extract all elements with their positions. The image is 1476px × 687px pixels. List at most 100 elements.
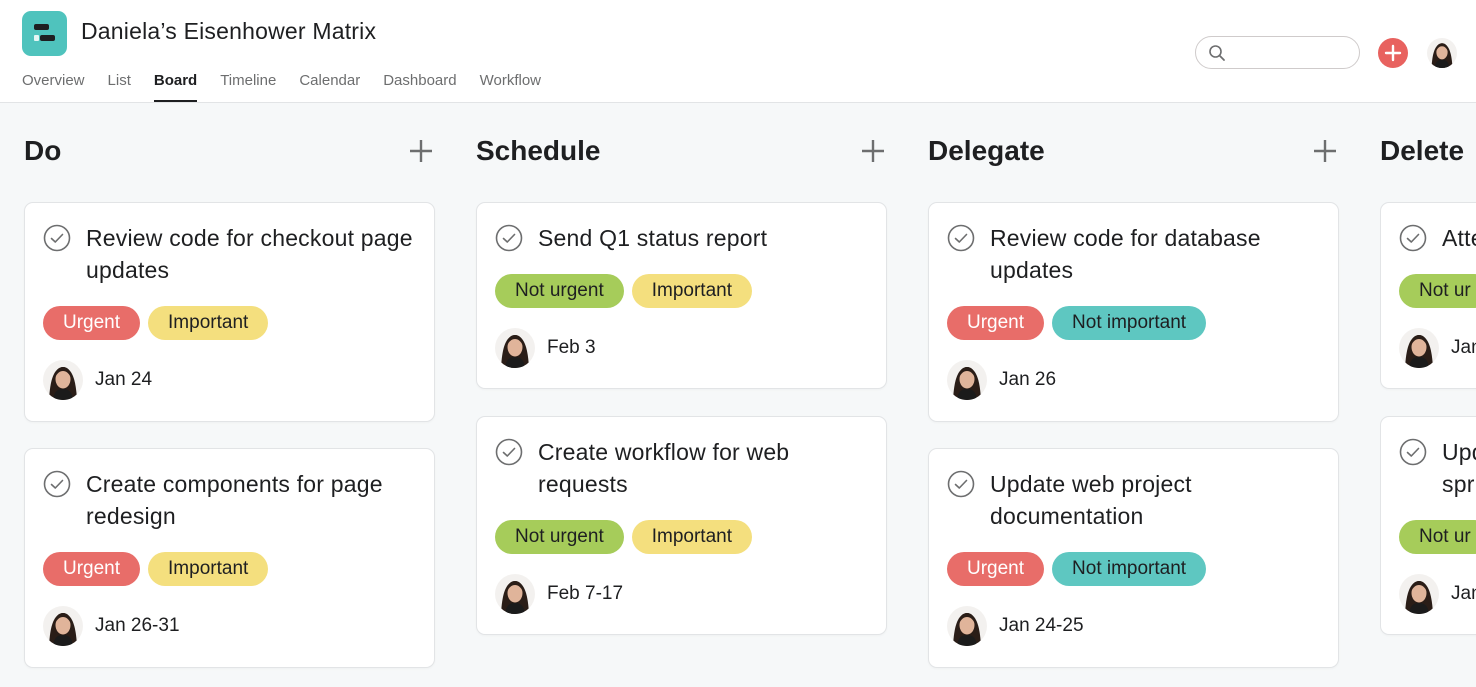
assignee-avatar[interactable] xyxy=(495,574,535,614)
tag-list: Urgent Not important xyxy=(947,552,1207,586)
quick-add-button[interactable] xyxy=(1378,38,1408,68)
task-card[interactable]: Update web project documentation Urgent … xyxy=(928,448,1339,668)
task-card[interactable]: Atte Not ur xyxy=(1380,202,1476,389)
due-date[interactable]: Jan 24-25 xyxy=(999,615,1084,637)
assignee-avatar[interactable] xyxy=(947,360,987,400)
project-title: Daniela’s Eisenhower Matrix xyxy=(81,18,377,44)
check-circle-icon[interactable] xyxy=(947,470,975,498)
task-card[interactable]: Create components for page redesign Urge… xyxy=(24,448,435,668)
check-circle-icon[interactable] xyxy=(947,224,975,252)
assignee-avatar[interactable] xyxy=(1399,574,1439,614)
tag-not-urgent[interactable]: Not ur xyxy=(1399,520,1476,554)
tag-urgent[interactable]: Urgent xyxy=(43,552,141,586)
task-title: Upd spr xyxy=(1442,439,1476,497)
task-title: Create components for page redesign xyxy=(86,471,383,529)
column-title: Delete xyxy=(1380,135,1465,166)
tag-important[interactable]: Important xyxy=(148,552,269,586)
task-title: Update web project documentation xyxy=(990,471,1192,529)
check-circle-icon[interactable] xyxy=(43,470,71,498)
assignee-avatar[interactable] xyxy=(43,606,83,646)
tag-not-urgent[interactable]: Not urgent xyxy=(495,274,624,308)
search-icon xyxy=(1208,44,1226,67)
column-do: Do Review code for checkout page updates… xyxy=(24,104,436,687)
tag-list: Urgent Not important xyxy=(947,306,1207,340)
assignee-row: Jan xyxy=(1399,574,1476,614)
due-date[interactable]: Feb 3 xyxy=(547,337,596,359)
check-circle-icon[interactable] xyxy=(495,224,523,252)
plus-icon xyxy=(1314,140,1336,162)
column-title: Schedule xyxy=(476,135,601,166)
tag-not-important[interactable]: Not important xyxy=(1052,552,1207,586)
column-add-button[interactable] xyxy=(1312,138,1338,164)
assignee-row: Jan 24 xyxy=(43,360,152,400)
tab-timeline[interactable]: Timeline xyxy=(220,71,276,102)
assignee-avatar[interactable] xyxy=(43,360,83,400)
due-date[interactable]: Jan xyxy=(1451,337,1476,359)
due-date[interactable]: Jan xyxy=(1451,583,1476,605)
column-schedule: Schedule Send Q1 status report Not urgen… xyxy=(476,104,888,687)
tab-overview[interactable]: Overview xyxy=(22,71,85,102)
check-circle-icon[interactable] xyxy=(43,224,71,252)
tab-board[interactable]: Board xyxy=(153,71,198,102)
tag-important[interactable]: Important xyxy=(631,274,752,308)
project-logo-icon[interactable] xyxy=(22,11,67,56)
assignee-row: Jan 24-25 xyxy=(947,606,1084,646)
check-circle-icon[interactable] xyxy=(495,438,523,466)
column-title: Do xyxy=(24,135,62,166)
due-date[interactable]: Jan 26-31 xyxy=(95,615,180,637)
task-card[interactable]: Review code for checkout page updates Ur… xyxy=(24,202,435,422)
plus-icon xyxy=(862,140,884,162)
assignee-row: Feb 3 xyxy=(495,328,596,368)
tag-not-urgent[interactable]: Not urgent xyxy=(495,520,624,554)
tag-urgent[interactable]: Urgent xyxy=(947,306,1045,340)
task-title: Review code for database updates xyxy=(990,225,1261,283)
search-input[interactable] xyxy=(1232,42,1350,63)
user-avatar[interactable] xyxy=(1427,38,1457,68)
tag-not-urgent[interactable]: Not ur xyxy=(1399,274,1476,308)
tag-list: Not urgent Important xyxy=(495,520,752,554)
tab-workflow[interactable]: Workflow xyxy=(480,71,541,102)
tag-list: Not urgent Important xyxy=(495,274,752,308)
tag-list: Not ur xyxy=(1399,274,1476,308)
tab-list[interactable]: List xyxy=(108,71,131,102)
assignee-row: Feb 7-17 xyxy=(495,574,623,614)
tag-important[interactable]: Important xyxy=(148,306,269,340)
tag-urgent[interactable]: Urgent xyxy=(43,306,141,340)
assignee-row: Jan 26 xyxy=(947,360,1056,400)
tab-dashboard[interactable]: Dashboard xyxy=(383,71,456,102)
task-title: Create workflow for web requests xyxy=(538,439,790,497)
column-delegate: Delegate Review code for database update… xyxy=(928,104,1340,687)
task-card[interactable]: Upd spr Not ur xyxy=(1380,416,1476,635)
assignee-avatar[interactable] xyxy=(495,328,535,368)
search-box[interactable] xyxy=(1195,36,1360,69)
project-tabs: Overview List Board Timeline Calendar Da… xyxy=(22,71,564,103)
task-title: Atte xyxy=(1442,225,1476,251)
task-card[interactable]: Send Q1 status report Not urgent Importa… xyxy=(476,202,887,389)
check-circle-icon[interactable] xyxy=(1399,438,1427,466)
assignee-avatar[interactable] xyxy=(1399,328,1439,368)
app-header: Daniela’s Eisenhower Matrix Overview Lis… xyxy=(0,0,1476,103)
task-title: Review code for checkout page updates xyxy=(86,225,413,283)
task-card[interactable]: Create workflow for web requests Not urg… xyxy=(476,416,887,635)
assignee-avatar[interactable] xyxy=(947,606,987,646)
plus-icon xyxy=(410,140,432,162)
tag-list: Not ur xyxy=(1399,520,1476,554)
assignee-row: Jan 26-31 xyxy=(43,606,180,646)
board: Do Review code for checkout page updates… xyxy=(0,104,1476,687)
tag-list: Urgent Important xyxy=(43,306,269,340)
column-title: Delegate xyxy=(928,135,1045,166)
tag-urgent[interactable]: Urgent xyxy=(947,552,1045,586)
column-add-button[interactable] xyxy=(860,138,886,164)
assignee-row: Jan xyxy=(1399,328,1476,368)
task-title: Send Q1 status report xyxy=(538,225,768,251)
due-date[interactable]: Feb 7-17 xyxy=(547,583,623,605)
due-date[interactable]: Jan 26 xyxy=(999,369,1056,391)
check-circle-icon[interactable] xyxy=(1399,224,1427,252)
due-date[interactable]: Jan 24 xyxy=(95,369,152,391)
tag-not-important[interactable]: Not important xyxy=(1052,306,1207,340)
task-card[interactable]: Review code for database updates Urgent … xyxy=(928,202,1339,422)
tag-important[interactable]: Important xyxy=(631,520,752,554)
column-delete: Delete Atte Not ur xyxy=(1380,104,1476,687)
column-add-button[interactable] xyxy=(408,138,434,164)
tab-calendar[interactable]: Calendar xyxy=(299,71,360,102)
